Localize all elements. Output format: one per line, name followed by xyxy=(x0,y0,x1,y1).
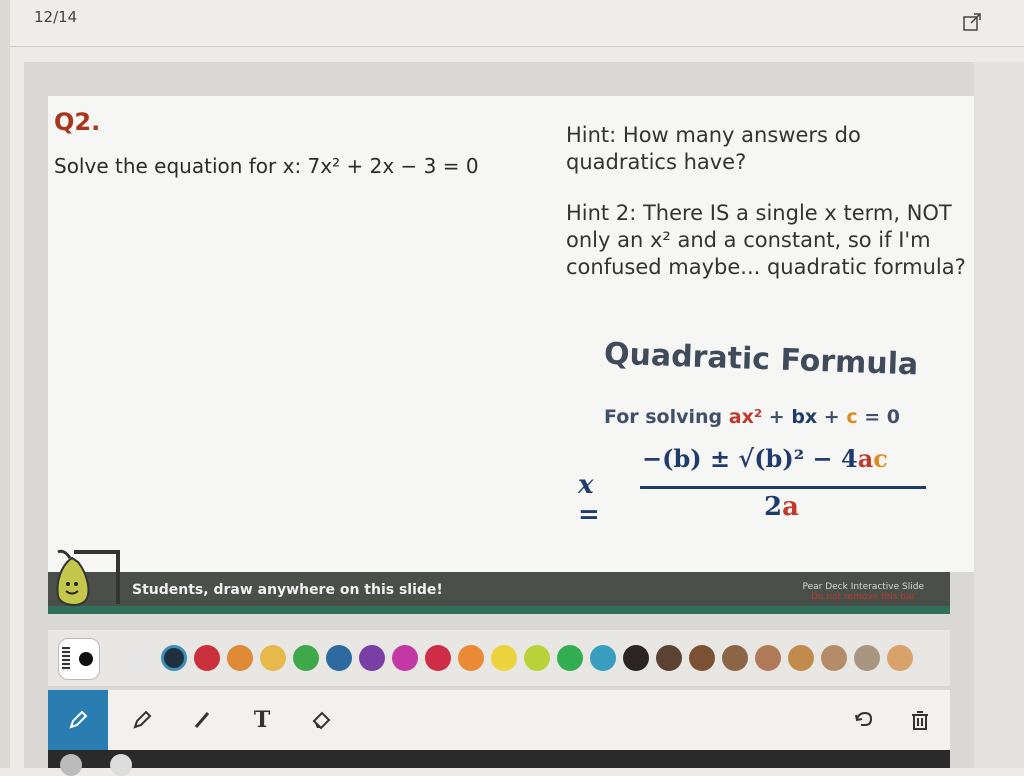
top-bar: 12/14 xyxy=(10,0,1024,47)
color-swatch[interactable] xyxy=(722,645,748,671)
undo-icon xyxy=(855,711,873,726)
numerator-c: c xyxy=(873,444,888,473)
question-number: Q2. xyxy=(54,108,101,136)
denominator-a: a xyxy=(782,492,799,522)
numerator-main: −(b) ± √(b)² − 4 xyxy=(642,444,858,473)
drawing-toolbar: T xyxy=(48,690,950,750)
subtitle-a-term: ax² xyxy=(728,406,763,428)
text-icon: T xyxy=(253,707,271,733)
question-text: Solve the equation for x: 7x² + 2x − 3 =… xyxy=(54,154,479,178)
color-swatch[interactable] xyxy=(524,645,550,671)
denominator-2: 2 xyxy=(764,492,783,522)
color-swatch[interactable] xyxy=(590,645,616,671)
color-swatch[interactable] xyxy=(755,645,781,671)
color-swatch[interactable] xyxy=(887,645,913,671)
color-swatch[interactable] xyxy=(425,645,451,671)
color-swatch[interactable] xyxy=(491,645,517,671)
formula-x: x = xyxy=(578,470,600,530)
subtitle-equals: = 0 xyxy=(857,406,900,428)
color-swatch[interactable] xyxy=(161,645,187,671)
color-swatch[interactable] xyxy=(656,645,682,671)
color-swatch[interactable] xyxy=(557,645,583,671)
color-swatch[interactable] xyxy=(326,645,352,671)
color-swatch[interactable] xyxy=(392,645,418,671)
banner-right: Pear Deck Interactive Slide Do not remov… xyxy=(802,582,924,602)
hint-1: Hint: How many answers do quadratics hav… xyxy=(566,123,861,174)
color-swatch[interactable] xyxy=(821,645,847,671)
logo-icon xyxy=(110,754,132,776)
slide: Q2. Solve the equation for x: 7x² + 2x −… xyxy=(48,96,974,572)
subtitle-prefix: For solving xyxy=(604,406,729,428)
color-swatch[interactable] xyxy=(227,645,253,671)
banner-strip xyxy=(48,606,950,614)
banner-right-title: Pear Deck Interactive Slide xyxy=(802,582,924,592)
color-swatch[interactable] xyxy=(689,645,715,671)
marker-tool-button[interactable] xyxy=(120,700,164,740)
color-swatch[interactable] xyxy=(854,645,880,671)
banner-text: Students, draw anywhere on this slide! xyxy=(132,582,443,598)
pen-size-dot xyxy=(79,652,93,666)
trash-button[interactable] xyxy=(898,700,942,740)
hint-2: Hint 2: There IS a single x term, NOT on… xyxy=(566,201,966,279)
pen-size-bars xyxy=(62,647,70,671)
line-tool-button[interactable] xyxy=(180,700,224,740)
bottom-bar xyxy=(48,750,950,776)
quadratic-formula-title: Quadratic Formula xyxy=(603,336,919,383)
color-swatch[interactable] xyxy=(788,645,814,671)
color-swatch[interactable] xyxy=(458,645,484,671)
eraser-tool-button[interactable] xyxy=(300,700,344,740)
color-swatch[interactable] xyxy=(359,645,385,671)
formula-denominator: 2a xyxy=(764,492,799,522)
banner-right-sub: Do not remove this bar xyxy=(811,592,916,602)
subtitle-plus-2: + xyxy=(817,406,847,428)
quadratic-formula-subtitle: For solving ax² + bx + c = 0 xyxy=(604,406,900,428)
text-tool-button[interactable]: T xyxy=(240,700,284,740)
subtitle-b-term: bx xyxy=(791,406,818,428)
undo-button[interactable] xyxy=(842,700,886,740)
page-counter: 12/14 xyxy=(34,8,78,26)
external-link-icon[interactable] xyxy=(962,12,982,32)
subtitle-plus: + xyxy=(762,406,792,428)
pencil-icon xyxy=(69,710,88,729)
left-edge xyxy=(0,0,10,768)
marker-icon xyxy=(133,710,152,729)
pear-icon xyxy=(56,549,120,606)
back-button[interactable] xyxy=(60,754,82,776)
color-swatch[interactable] xyxy=(128,645,154,671)
color-swatch[interactable] xyxy=(293,645,319,671)
color-swatch[interactable] xyxy=(260,645,286,671)
color-palette xyxy=(48,630,950,686)
pencil-tool-button[interactable] xyxy=(48,690,108,750)
trash-icon xyxy=(912,711,928,730)
fraction-bar xyxy=(640,486,926,489)
formula-numerator: −(b) ± √(b)² − 4ac xyxy=(642,444,888,473)
eraser-icon xyxy=(312,711,331,730)
color-swatch[interactable] xyxy=(194,645,220,671)
line-icon xyxy=(194,712,210,728)
subtitle-c-term: c xyxy=(846,406,858,428)
numerator-a: a xyxy=(857,444,874,473)
right-panel xyxy=(974,62,1024,768)
color-swatch[interactable] xyxy=(623,645,649,671)
pen-size-button[interactable] xyxy=(58,638,100,680)
